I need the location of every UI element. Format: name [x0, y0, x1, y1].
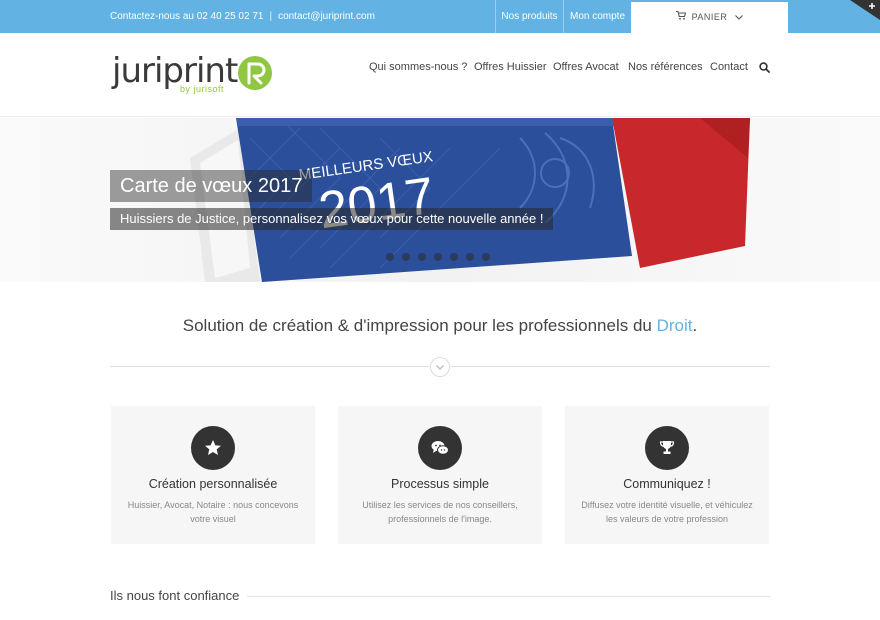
feature-icon-badge [418, 426, 462, 470]
nav-item-avocat[interactable]: Offres Avocat [553, 61, 619, 73]
feature-card-communicate: Communiquez ! Diffusez votre identité vi… [565, 406, 769, 544]
feature-description: Diffusez votre identité visuelle, et véh… [581, 500, 753, 524]
feature-title: Processus simple [391, 477, 489, 491]
feature-description: Huissier, Avocat, Notaire : nous concevo… [127, 500, 299, 524]
hero-subtitle: Huissiers de Justice, personnalisez vos … [110, 208, 554, 230]
chevron-down-icon [735, 2, 744, 33]
feature-description: Utilisez les services de nos conseillers… [362, 500, 518, 524]
nav-account-link[interactable]: Mon compte [563, 0, 631, 33]
feature-icon-badge [645, 426, 689, 470]
trust-heading: Ils nous font confiance [110, 588, 240, 603]
feature-card-process: Processus simple Utilisez les services d… [338, 406, 542, 544]
slider-dot[interactable] [466, 253, 474, 261]
slider-dot[interactable] [450, 253, 458, 261]
search-icon[interactable] [759, 62, 770, 73]
site-header: juriprint by jurisoft Qui sommes-nous ? … [0, 33, 880, 117]
tagline-highlight: Droit [656, 316, 693, 335]
slider-dot[interactable] [402, 253, 410, 261]
tagline-text: Solution de création & d'impression pour… [182, 316, 657, 335]
slider-dot[interactable] [418, 253, 426, 261]
logo-tagline: by jurisoft [180, 84, 225, 94]
slider-dot[interactable] [434, 253, 442, 261]
slider-dot[interactable] [482, 253, 490, 261]
trust-divider [247, 596, 770, 597]
corner-plus-icon[interactable] [850, 0, 880, 20]
cart-label: PANIER [691, 12, 728, 22]
nav-item-about[interactable]: Qui sommes-nous ? [369, 61, 467, 73]
logo[interactable]: juriprint by jurisoft [112, 51, 282, 97]
feature-title: Création personnalisée [148, 477, 278, 491]
trophy-icon [659, 441, 675, 454]
cart-button[interactable]: PANIER [631, 0, 788, 33]
contact-separator: | [269, 11, 273, 22]
feature-icon-badge [191, 426, 235, 470]
contact-info: Contactez-nous au 02 40 25 02 71 | contact… [110, 0, 375, 33]
feature-card-creation: Création personnalisée Huissier, Avocat,… [111, 406, 315, 544]
scroll-down-button[interactable] [430, 357, 450, 377]
logo-mark-icon [238, 56, 272, 90]
contact-phone[interactable]: Contactez-nous au 02 40 25 02 71 [110, 11, 263, 22]
page-tagline: Solution de création & d'impression pour… [110, 316, 770, 336]
hero-title: Carte de vœux 2017 [110, 170, 313, 202]
tagline-end: . [692, 316, 698, 335]
cart-icon [675, 2, 686, 33]
top-bar: Contactez-nous au 02 40 25 02 71 | contact… [0, 0, 880, 33]
nav-item-huissier[interactable]: Offres Huissier [474, 61, 547, 73]
feature-title: Communiquez ! [623, 477, 711, 491]
nav-products-link[interactable]: Nos produits [495, 0, 563, 33]
nav-item-contact[interactable]: Contact [710, 61, 748, 73]
nav-item-references[interactable]: Nos références [628, 61, 703, 73]
slider-dot[interactable] [386, 253, 394, 261]
contact-email-link[interactable]: contact@juriprint.com [278, 11, 375, 22]
chat-icon [431, 441, 449, 455]
chevron-down-icon [436, 365, 444, 370]
star-icon [205, 440, 221, 455]
hero-slider[interactable]: MEILLEURS VŒUX 2017 Carte de vœux 2017 H… [0, 118, 880, 282]
